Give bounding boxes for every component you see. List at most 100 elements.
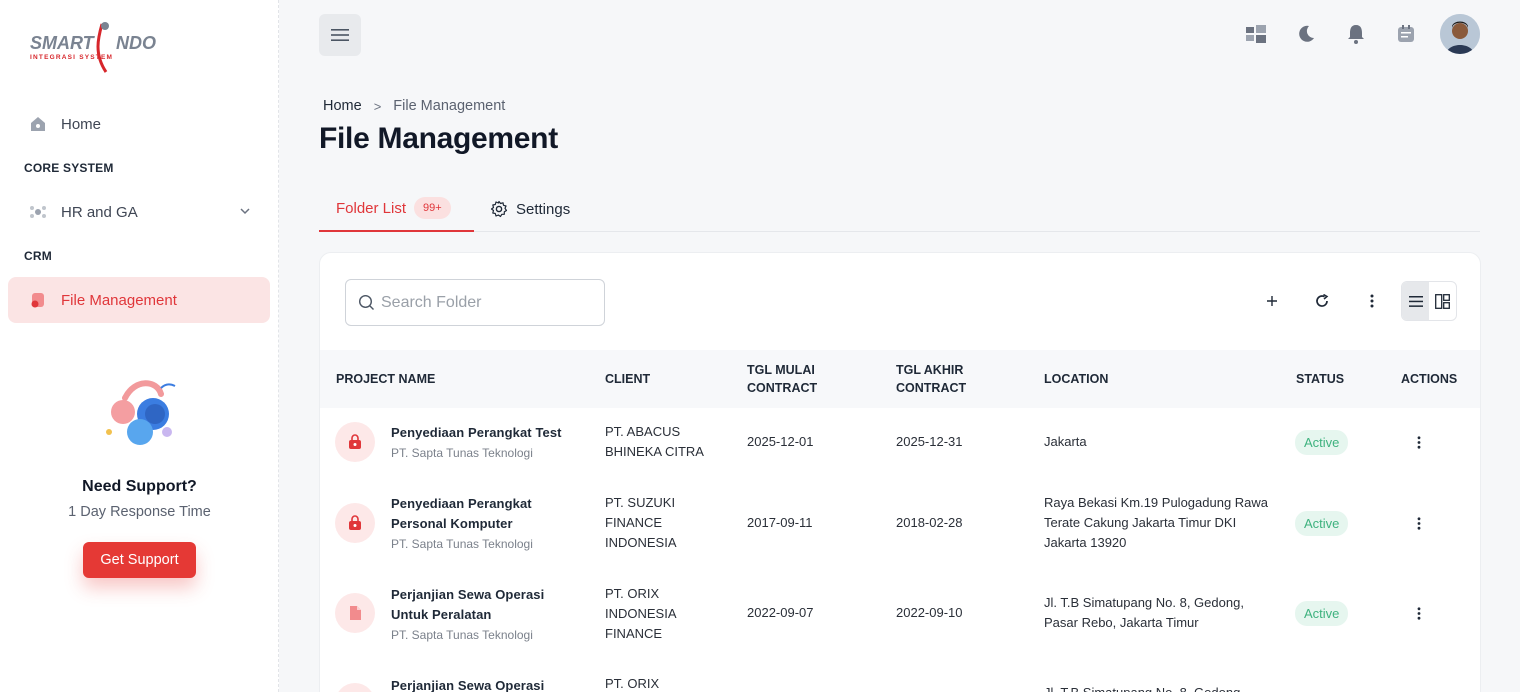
tab-label: Settings	[516, 200, 571, 218]
home-icon	[28, 114, 48, 134]
grid-icon	[1435, 293, 1450, 309]
menu-toggle-button[interactable]	[319, 14, 361, 56]
file-icon	[28, 290, 48, 310]
breadcrumb: Home > File Management	[323, 98, 505, 114]
search-icon	[358, 294, 374, 310]
client-name: PT. ORIX	[605, 676, 660, 691]
location: Jl. T.B Simatupang No. 8, Gedong,	[1044, 683, 1264, 692]
sidebar: SMART NDO INTEGRASI SYSTEM Home CORE SYS…	[0, 0, 279, 692]
start-date: 2022-09-07	[747, 605, 814, 620]
project-name: Perjanjian Sewa Operasi	[391, 678, 545, 692]
svg-text:SMART: SMART	[30, 33, 96, 53]
section-label-crm: CRM	[24, 249, 52, 263]
tabs: Folder List 99+ Settings	[319, 186, 1480, 232]
sidebar-item-home[interactable]: Home	[8, 101, 270, 147]
list-view-button[interactable]	[1402, 282, 1429, 320]
svg-text:INTEGRASI SYSTEM: INTEGRASI SYSTEM	[30, 54, 113, 61]
moon-icon[interactable]	[1294, 22, 1318, 46]
chevron-down-icon	[238, 204, 252, 218]
refresh-icon	[1316, 294, 1329, 307]
column-header-location[interactable]: LOCATION	[1044, 370, 1108, 388]
table-row[interactable]: Penyediaan Perangkat Personal Komputer P…	[320, 488, 1480, 560]
end-date: 2025-12-31	[896, 434, 963, 449]
start-date: 2017-09-11	[747, 515, 813, 530]
tab-label: Folder List	[336, 199, 407, 217]
bell-icon[interactable]	[1344, 22, 1368, 46]
document-icon	[335, 683, 375, 692]
refresh-button[interactable]	[1310, 289, 1334, 313]
status-badge: Active	[1295, 511, 1349, 536]
search-box[interactable]	[345, 279, 605, 326]
breadcrumb-home-link[interactable]: Home	[323, 98, 362, 114]
brand-logo[interactable]: SMART NDO INTEGRASI SYSTEM	[28, 16, 158, 74]
folder-list-card: PROJECT NAME CLIENT TGL MULAI CONTRACT T…	[319, 252, 1481, 692]
project-name: Penyediaan Perangkat Test	[391, 425, 562, 440]
location: Jakarta	[1044, 434, 1087, 449]
table-header: PROJECT NAME CLIENT TGL MULAI CONTRACT T…	[320, 350, 1480, 408]
client-name: PT. ABACUS BHINEKA CITRA	[605, 424, 704, 459]
support-subtitle: 1 Day Response Time	[68, 504, 211, 520]
location: Jl. T.B Simatupang No. 8, Gedong, Pasar …	[1044, 595, 1244, 630]
more-vertical-icon	[1417, 606, 1421, 620]
breadcrumb-separator: >	[373, 98, 382, 114]
grid-view-button[interactable]	[1429, 282, 1456, 320]
sidebar-item-label: Home	[61, 115, 102, 133]
breadcrumb-current: File Management	[393, 98, 506, 114]
project-name: Perjanjian Sewa Operasi Untuk Peralatan	[391, 587, 545, 622]
end-date: 2018-02-28	[896, 515, 963, 530]
get-support-button[interactable]: Get Support	[83, 542, 196, 578]
project-company: PT. Sapta Tunas Teknologi	[391, 537, 533, 551]
column-header-start[interactable]: TGL MULAI CONTRACT	[747, 361, 857, 397]
status-badge: Active	[1295, 601, 1349, 626]
count-badge: 99+	[414, 197, 451, 219]
status-badge: Active	[1295, 430, 1349, 455]
project-name: Penyediaan Perangkat Personal Komputer	[391, 496, 532, 531]
view-toggle	[1401, 281, 1457, 321]
calendar-icon[interactable]	[1394, 22, 1418, 46]
location: Raya Bekasi Km.19 Pulogadung Rawa Terate…	[1044, 495, 1269, 550]
more-vertical-icon	[1370, 294, 1374, 308]
project-company: PT. Sapta Tunas Teknologi	[391, 446, 533, 460]
column-header-status[interactable]: STATUS	[1296, 370, 1344, 388]
column-header-actions: ACTIONS	[1401, 372, 1458, 386]
hamburger-icon	[331, 29, 349, 41]
document-icon	[335, 593, 375, 633]
more-vertical-icon	[1417, 516, 1421, 530]
sidebar-item-hr-ga[interactable]: HR and GA	[8, 189, 270, 235]
svg-text:NDO: NDO	[116, 33, 156, 53]
column-header-project[interactable]: PROJECT NAME	[336, 370, 435, 388]
logo-graphic: SMART NDO INTEGRASI SYSTEM	[30, 22, 156, 73]
lock-icon	[335, 422, 375, 462]
topbar-actions	[1218, 14, 1480, 54]
sidebar-item-label: HR and GA	[61, 203, 138, 221]
section-label-core: CORE SYSTEM	[24, 161, 114, 175]
windows-icon[interactable]	[1244, 22, 1268, 46]
row-actions-button[interactable]	[1410, 433, 1428, 451]
more-options-button[interactable]	[1360, 289, 1384, 313]
gear-icon	[490, 200, 508, 218]
support-panel: Need Support? 1 Day Response Time Get Su…	[0, 376, 279, 578]
plus-icon	[1267, 296, 1277, 306]
avatar[interactable]	[1440, 14, 1480, 54]
project-company: PT. Sapta Tunas Teknologi	[391, 628, 533, 642]
start-date: 2025-12-01	[747, 434, 814, 449]
sidebar-item-file-management[interactable]: File Management	[8, 277, 270, 323]
tab-folder-list[interactable]: Folder List 99+	[319, 186, 474, 232]
search-input[interactable]	[381, 293, 601, 312]
table-row[interactable]: Perjanjian Sewa Operasi PT. ORIX Jl. T.B…	[320, 671, 1480, 692]
page-title: File Management	[319, 122, 558, 155]
column-header-client[interactable]: CLIENT	[605, 370, 650, 388]
column-header-end[interactable]: TGL AKHIR CONTRACT	[896, 361, 1006, 397]
support-title: Need Support?	[82, 478, 197, 495]
tab-settings[interactable]: Settings	[490, 186, 570, 232]
client-name: PT. SUZUKI FINANCE INDONESIA	[605, 495, 677, 550]
list-icon	[1408, 295, 1423, 307]
table-row[interactable]: Penyediaan Perangkat Test PT. Sapta Tuna…	[320, 408, 1480, 478]
user-avatar-icon	[1440, 14, 1480, 54]
client-name: PT. ORIX INDONESIA FINANCE	[605, 586, 676, 641]
row-actions-button[interactable]	[1410, 514, 1428, 532]
support-illustration	[105, 380, 175, 445]
row-actions-button[interactable]	[1410, 604, 1428, 622]
add-folder-button[interactable]	[1260, 289, 1284, 313]
table-row[interactable]: Perjanjian Sewa Operasi Untuk Peralatan …	[320, 579, 1480, 651]
